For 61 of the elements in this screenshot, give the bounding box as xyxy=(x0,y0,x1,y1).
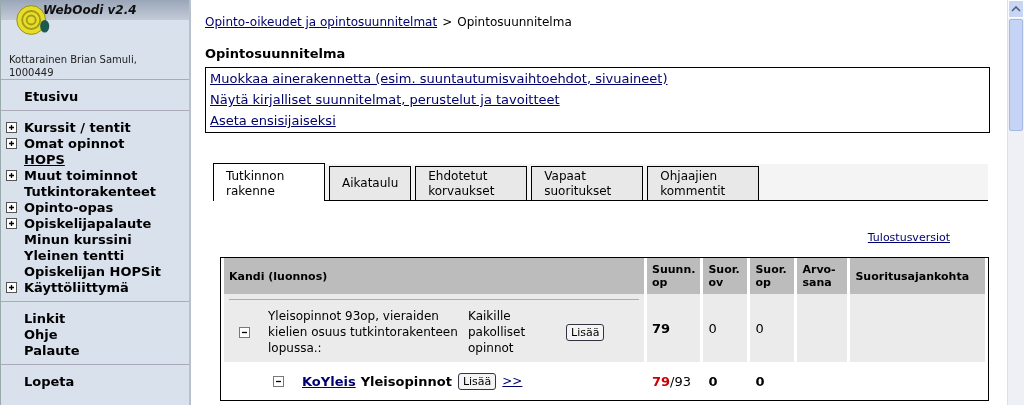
menu-item[interactable]: Omat opinnot xyxy=(24,135,125,151)
more-link[interactable]: >> xyxy=(502,374,523,388)
table-cell-text: 79/93 xyxy=(651,372,692,391)
tab[interactable]: Ehdotetut korvaukset xyxy=(415,166,528,200)
print-link[interactable]: Tulostusversiot xyxy=(867,231,950,244)
menu-item[interactable]: Linkit xyxy=(24,310,66,326)
collapse-icon[interactable] xyxy=(239,326,250,338)
group-name: Yleisopinnot 93op, vieraiden kielien osuus tutkintorakenteen lopussa.: xyxy=(268,308,459,356)
module-code-link[interactable]: KoYleis xyxy=(302,373,356,389)
breadcrumb-separator: > xyxy=(442,15,453,29)
menu-item[interactable]: Lopeta xyxy=(24,373,75,389)
menu-item[interactable]: Yleinen tentti xyxy=(24,247,125,263)
menu-item[interactable]: Opiskelijan HOPSit xyxy=(24,263,162,279)
menu-item[interactable]: Kurssit / tentit xyxy=(24,119,131,135)
scroll-up-icon[interactable] xyxy=(1011,6,1021,12)
tab[interactable]: Tutkinnon rakenne xyxy=(213,163,325,201)
action-link[interactable]: Muokkaa ainerakennetta (esim. suuntautumisvaihtoehdot, sivuaineet) xyxy=(210,71,985,87)
tab[interactable]: Vapaat suoritukset xyxy=(531,166,644,200)
page-heading: Opintosuunnitelma xyxy=(205,46,347,61)
collapse-icon[interactable] xyxy=(273,375,284,387)
table-cell: 79 xyxy=(647,294,701,362)
scroll-thumb[interactable] xyxy=(1009,19,1023,131)
breadcrumb-link[interactable]: Opinto-oikeudet ja opintosuunnitelmat xyxy=(205,15,438,29)
expand-icon[interactable] xyxy=(6,281,17,293)
table-cell: 0 xyxy=(750,294,795,362)
breadcrumb-current: Opintosuunnitelma xyxy=(457,15,572,29)
table-cell-text: 0 xyxy=(754,372,766,391)
expand-icon[interactable] xyxy=(6,217,17,229)
menu-item[interactable]: Opinto-opas xyxy=(24,199,114,215)
column-header: Suor. op xyxy=(750,258,795,294)
menu-item[interactable]: Etusivu xyxy=(24,88,79,104)
menu-item[interactable]: Minun kurssini xyxy=(24,231,132,247)
add-button[interactable]: Lisää xyxy=(457,372,497,390)
scrollbar[interactable] xyxy=(1007,0,1024,405)
column-header: Arvo-sana xyxy=(797,258,848,294)
column-header: Suoritusajankohta xyxy=(850,258,985,294)
tab[interactable]: Aikataulu xyxy=(329,166,412,200)
group-note: Kaikille pakolliset opinnot xyxy=(468,308,527,356)
user-name: Kottarainen Brian Samuli, 1000449 xyxy=(8,53,138,79)
action-link[interactable]: Näytä kirjalliset suunnitelmat, perustelut ja tavoitteet xyxy=(210,92,985,108)
module-name: Yleisopinnot xyxy=(360,373,452,389)
menu-item[interactable]: Ohje xyxy=(24,326,58,342)
menu-item[interactable]: Opiskelijapalaute xyxy=(24,215,152,231)
expand-icon[interactable] xyxy=(6,201,17,213)
menu-item[interactable]: Palaute xyxy=(24,342,80,358)
menu-item[interactable]: HOPS xyxy=(24,151,65,167)
column-header: Kandi (luonnos) xyxy=(224,258,644,294)
tab[interactable]: Ohjaajien kommentit xyxy=(647,166,760,200)
menu-item[interactable]: Käyttöliittymä xyxy=(24,279,129,295)
add-button[interactable]: Lisää xyxy=(566,323,605,341)
column-header: Suunn. op xyxy=(647,258,701,294)
menu-item[interactable]: Muut toiminnot xyxy=(24,167,138,183)
app-title: WebOodi v2.4 xyxy=(43,3,137,17)
expand-icon[interactable] xyxy=(6,169,17,181)
action-link[interactable]: Aseta ensisijaiseksi xyxy=(210,113,985,129)
table-cell: 0 xyxy=(703,294,748,362)
expand-icon[interactable] xyxy=(6,121,17,133)
column-header: Suor. ov xyxy=(703,258,748,294)
expand-icon[interactable] xyxy=(6,137,17,149)
menu-item[interactable]: Tutkintorakenteet xyxy=(24,183,157,199)
table-cell-text: 0 xyxy=(707,372,719,391)
